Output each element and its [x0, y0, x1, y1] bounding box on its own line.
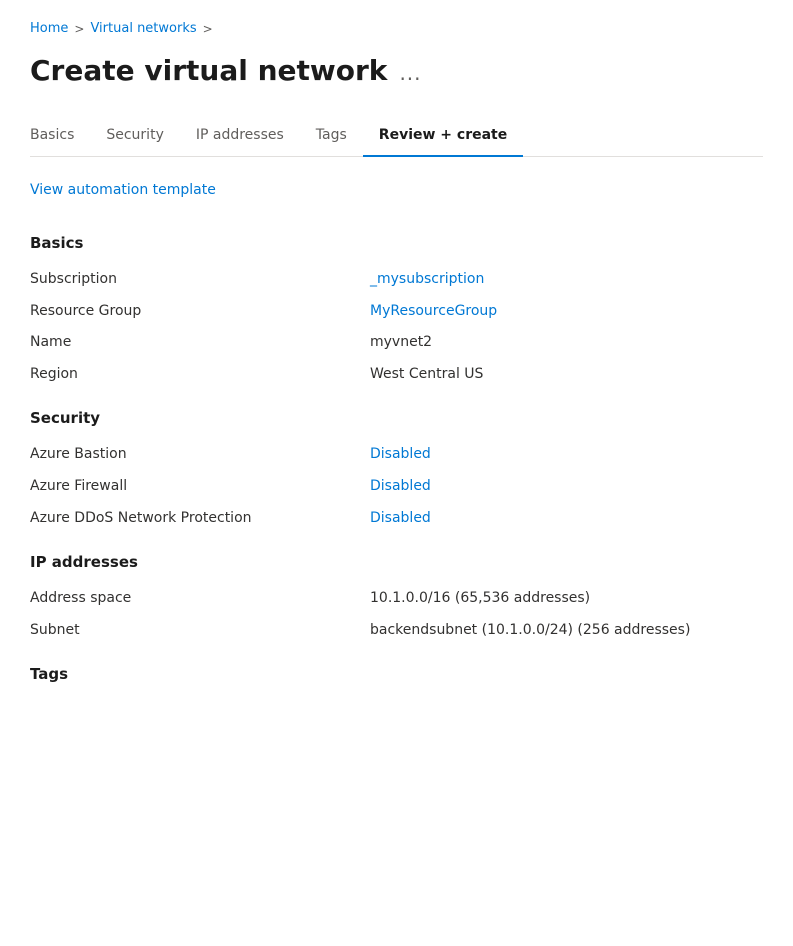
- security-section: Security Azure Bastion Disabled Azure Fi…: [30, 408, 763, 528]
- field-label-azure-bastion: Azure Bastion: [30, 445, 370, 465]
- field-value-region: West Central US: [370, 365, 483, 385]
- field-region: Region West Central US: [30, 365, 763, 385]
- field-value-address-space: 10.1.0.0/16 (65,536 addresses): [370, 589, 590, 609]
- automation-template-link[interactable]: View automation template: [30, 181, 216, 201]
- page-title-row: Create virtual network ...: [30, 54, 763, 88]
- ellipsis-menu-button[interactable]: ...: [399, 63, 421, 83]
- breadcrumb-home[interactable]: Home: [30, 20, 68, 38]
- tab-ip-addresses[interactable]: IP addresses: [180, 116, 300, 158]
- field-label-subnet: Subnet: [30, 621, 370, 641]
- field-label-name: Name: [30, 333, 370, 353]
- field-value-ddos-protection: Disabled: [370, 509, 431, 529]
- field-value-name: myvnet2: [370, 333, 432, 353]
- field-name: Name myvnet2: [30, 333, 763, 353]
- field-address-space: Address space 10.1.0.0/16 (65,536 addres…: [30, 589, 763, 609]
- breadcrumb-sep1: >: [74, 21, 84, 38]
- field-value-subnet: backendsubnet (10.1.0.0/24) (256 address…: [370, 621, 690, 641]
- ip-addresses-section-title: IP addresses: [30, 552, 763, 573]
- field-value-azure-firewall: Disabled: [370, 477, 431, 497]
- security-section-title: Security: [30, 408, 763, 429]
- field-resource-group: Resource Group MyResourceGroup: [30, 302, 763, 322]
- tab-tags[interactable]: Tags: [300, 116, 363, 158]
- basics-section: Basics Subscription _mysubscription Reso…: [30, 233, 763, 384]
- tabs-row: Basics Security IP addresses Tags Review…: [30, 116, 763, 158]
- field-value-azure-bastion: Disabled: [370, 445, 431, 465]
- tags-section-title: Tags: [30, 664, 763, 685]
- tags-section: Tags: [30, 664, 763, 685]
- ip-addresses-section: IP addresses Address space 10.1.0.0/16 (…: [30, 552, 763, 640]
- page-container: Home > Virtual networks > Create virtual…: [0, 0, 793, 946]
- field-label-subscription: Subscription: [30, 270, 370, 290]
- field-label-address-space: Address space: [30, 589, 370, 609]
- tab-review-create[interactable]: Review + create: [363, 116, 523, 158]
- field-subscription: Subscription _mysubscription: [30, 270, 763, 290]
- field-label-region: Region: [30, 365, 370, 385]
- field-ddos-protection: Azure DDoS Network Protection Disabled: [30, 509, 763, 529]
- tab-security[interactable]: Security: [90, 116, 180, 158]
- field-azure-bastion: Azure Bastion Disabled: [30, 445, 763, 465]
- field-subnet: Subnet backendsubnet (10.1.0.0/24) (256 …: [30, 621, 763, 641]
- field-azure-firewall: Azure Firewall Disabled: [30, 477, 763, 497]
- field-label-azure-firewall: Azure Firewall: [30, 477, 370, 497]
- breadcrumb-vnet[interactable]: Virtual networks: [90, 20, 196, 38]
- field-value-subscription: _mysubscription: [370, 270, 484, 290]
- breadcrumb-sep2: >: [203, 21, 213, 38]
- field-label-resource-group: Resource Group: [30, 302, 370, 322]
- tab-basics[interactable]: Basics: [30, 116, 90, 158]
- breadcrumb: Home > Virtual networks >: [30, 20, 763, 38]
- basics-section-title: Basics: [30, 233, 763, 254]
- page-title: Create virtual network: [30, 54, 387, 88]
- field-label-ddos-protection: Azure DDoS Network Protection: [30, 509, 370, 529]
- field-value-resource-group: MyResourceGroup: [370, 302, 497, 322]
